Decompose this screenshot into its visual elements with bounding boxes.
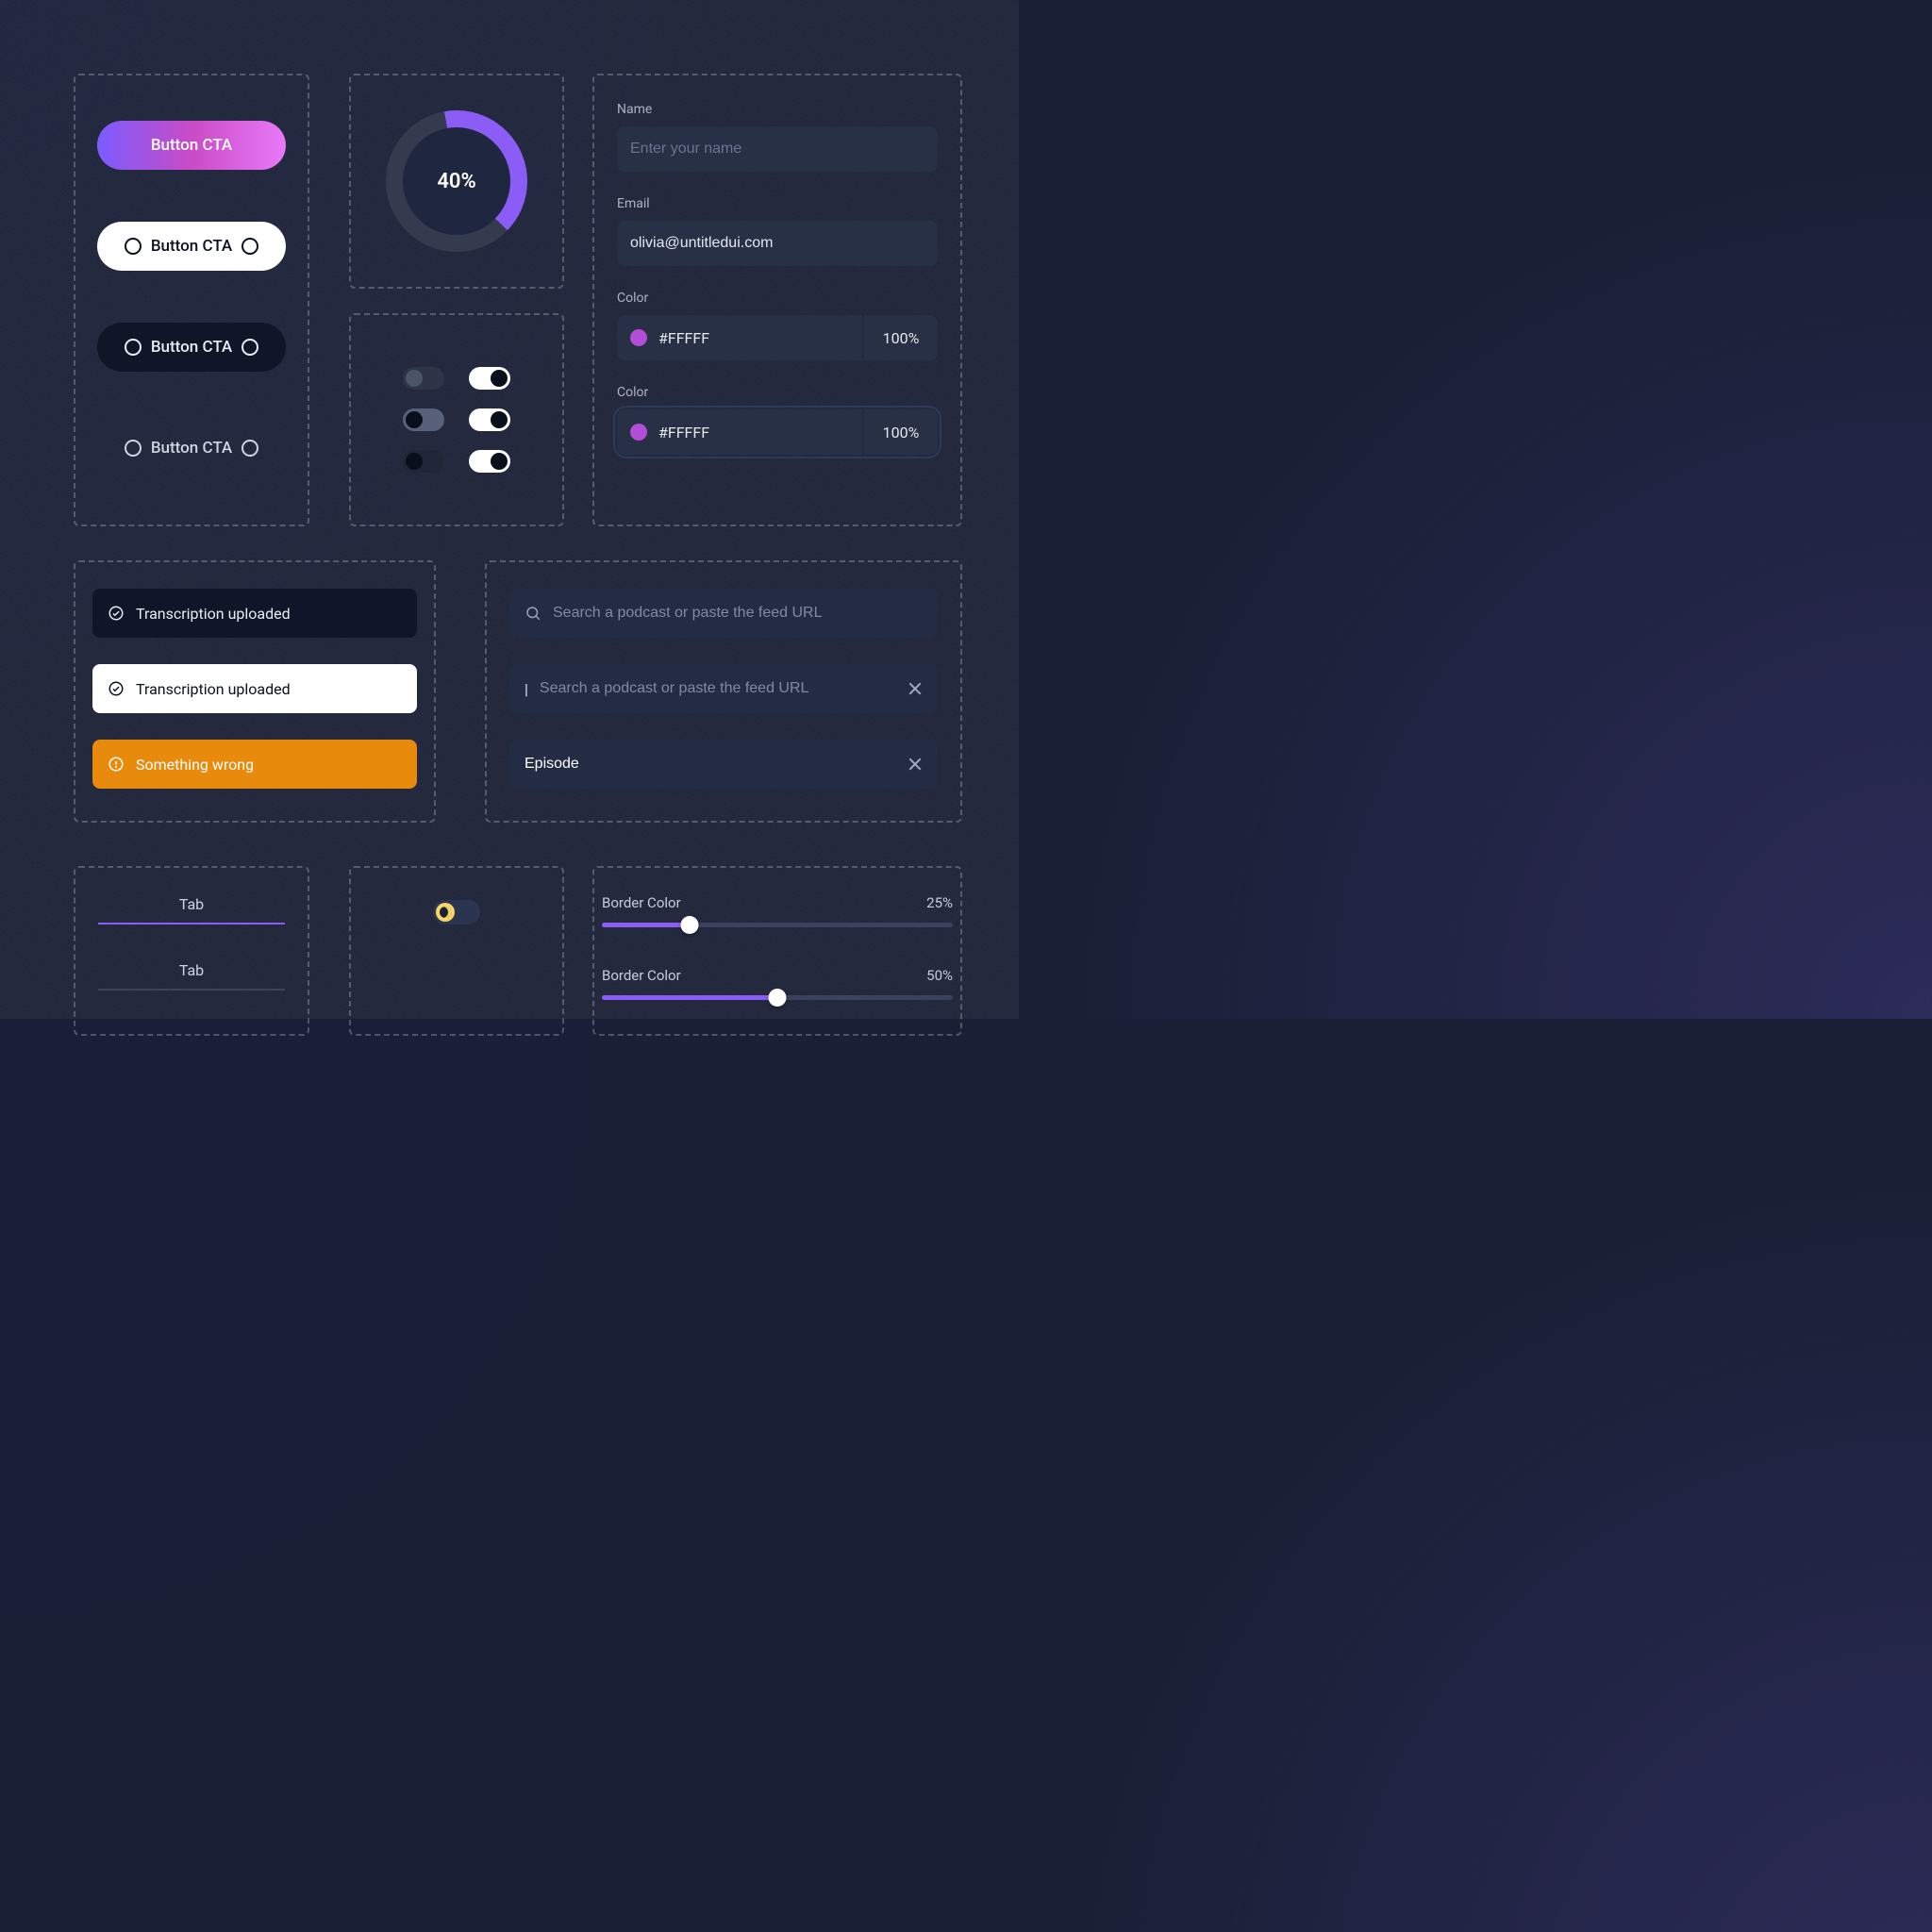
slider-border-2[interactable]: Border Color 50%	[602, 967, 953, 1000]
slider-label: Border Color	[602, 967, 681, 984]
buttons-panel: Button CTA Button CTA Button CTA Button …	[74, 74, 309, 526]
search-field[interactable]	[540, 680, 896, 697]
alert-circle-icon	[108, 756, 125, 773]
button-label: Button CTA	[151, 439, 232, 458]
email-input[interactable]	[617, 221, 938, 266]
progress-circle: 40%	[386, 110, 527, 252]
slider-thumb[interactable]	[769, 989, 787, 1007]
color-hex: #FFFFF	[658, 329, 709, 347]
clear-icon[interactable]	[908, 757, 923, 772]
toggles-panel	[349, 313, 564, 526]
color-opacity[interactable]: 100%	[864, 409, 938, 455]
email-label: Email	[617, 196, 938, 211]
search-input-idle[interactable]	[509, 589, 938, 638]
circle-icon	[242, 440, 258, 457]
color-label: Color	[617, 385, 938, 400]
button-cta-dark[interactable]: Button CTA	[97, 323, 286, 372]
toasts-panel: Transcription uploaded Transcription upl…	[74, 560, 436, 823]
color-input-row-focused[interactable]: #FFFFF 100%	[617, 409, 938, 455]
circle-icon	[125, 339, 142, 356]
search-panel: |	[485, 560, 962, 823]
button-label: Button CTA	[151, 136, 232, 155]
search-icon	[525, 605, 541, 622]
button-cta-white[interactable]: Button CTA	[97, 222, 286, 271]
toggle-on-2[interactable]	[469, 408, 510, 431]
button-label: Button CTA	[151, 237, 232, 256]
toast-text: Transcription uploaded	[136, 605, 291, 623]
toast-success-dark: Transcription uploaded	[92, 589, 417, 638]
toast-text: Transcription uploaded	[136, 680, 291, 698]
slider-border-1[interactable]: Border Color 25%	[602, 894, 953, 927]
button-cta-ghost[interactable]: Button CTA	[97, 424, 286, 473]
search-field[interactable]	[525, 756, 896, 773]
toggle-on-1[interactable]	[469, 367, 510, 390]
moon-icon	[440, 907, 451, 918]
check-circle-icon	[108, 680, 125, 697]
progress-label: 40%	[403, 127, 510, 235]
toast-success-light: Transcription uploaded	[92, 664, 417, 713]
tab-item-active[interactable]: Tab	[98, 885, 285, 924]
search-input-focused[interactable]: |	[509, 664, 938, 713]
color-label: Color	[617, 291, 938, 306]
text-cursor-icon: |	[525, 680, 528, 698]
circle-icon	[125, 440, 142, 457]
circle-icon	[242, 339, 258, 356]
circle-icon	[125, 238, 142, 255]
toggle-off-2[interactable]	[403, 408, 444, 431]
tabs-panel: Tab Tab	[74, 866, 309, 1036]
color-swatch-icon	[630, 424, 647, 441]
theme-panel	[349, 866, 564, 1036]
color-swatch-icon	[630, 329, 647, 346]
tab-label: Tab	[179, 961, 204, 979]
theme-toggle[interactable]	[433, 900, 480, 924]
name-input[interactable]	[617, 126, 938, 172]
sliders-panel: Border Color 25% Border Color 50%	[592, 866, 962, 1036]
name-label: Name	[617, 102, 938, 117]
check-circle-icon	[108, 605, 125, 622]
toast-error: Something wrong	[92, 740, 417, 789]
circle-icon	[242, 238, 258, 255]
color-hex: #FFFFF	[658, 424, 709, 441]
toggle-off-3[interactable]	[403, 450, 444, 473]
color-opacity[interactable]: 100%	[864, 315, 938, 360]
toggle-off-1[interactable]	[403, 367, 444, 390]
search-input-typed[interactable]	[509, 740, 938, 789]
slider-value: 50%	[926, 967, 953, 984]
button-cta-gradient[interactable]: Button CTA	[97, 121, 286, 170]
button-label: Button CTA	[151, 338, 232, 357]
progress-panel: 40%	[349, 74, 564, 289]
color-input-row[interactable]: #FFFFF 100%	[617, 315, 938, 360]
toast-text: Something wrong	[136, 756, 254, 774]
slider-label: Border Color	[602, 894, 681, 911]
slider-value: 25%	[926, 894, 953, 911]
tab-item[interactable]: Tab	[98, 951, 285, 991]
toggle-on-3[interactable]	[469, 450, 510, 473]
clear-icon[interactable]	[908, 681, 923, 696]
tab-label: Tab	[179, 895, 204, 913]
search-field[interactable]	[553, 605, 923, 622]
slider-thumb[interactable]	[681, 916, 699, 934]
form-panel: Name Email Color #FFFFF 100% Color #FFFF…	[592, 74, 962, 526]
